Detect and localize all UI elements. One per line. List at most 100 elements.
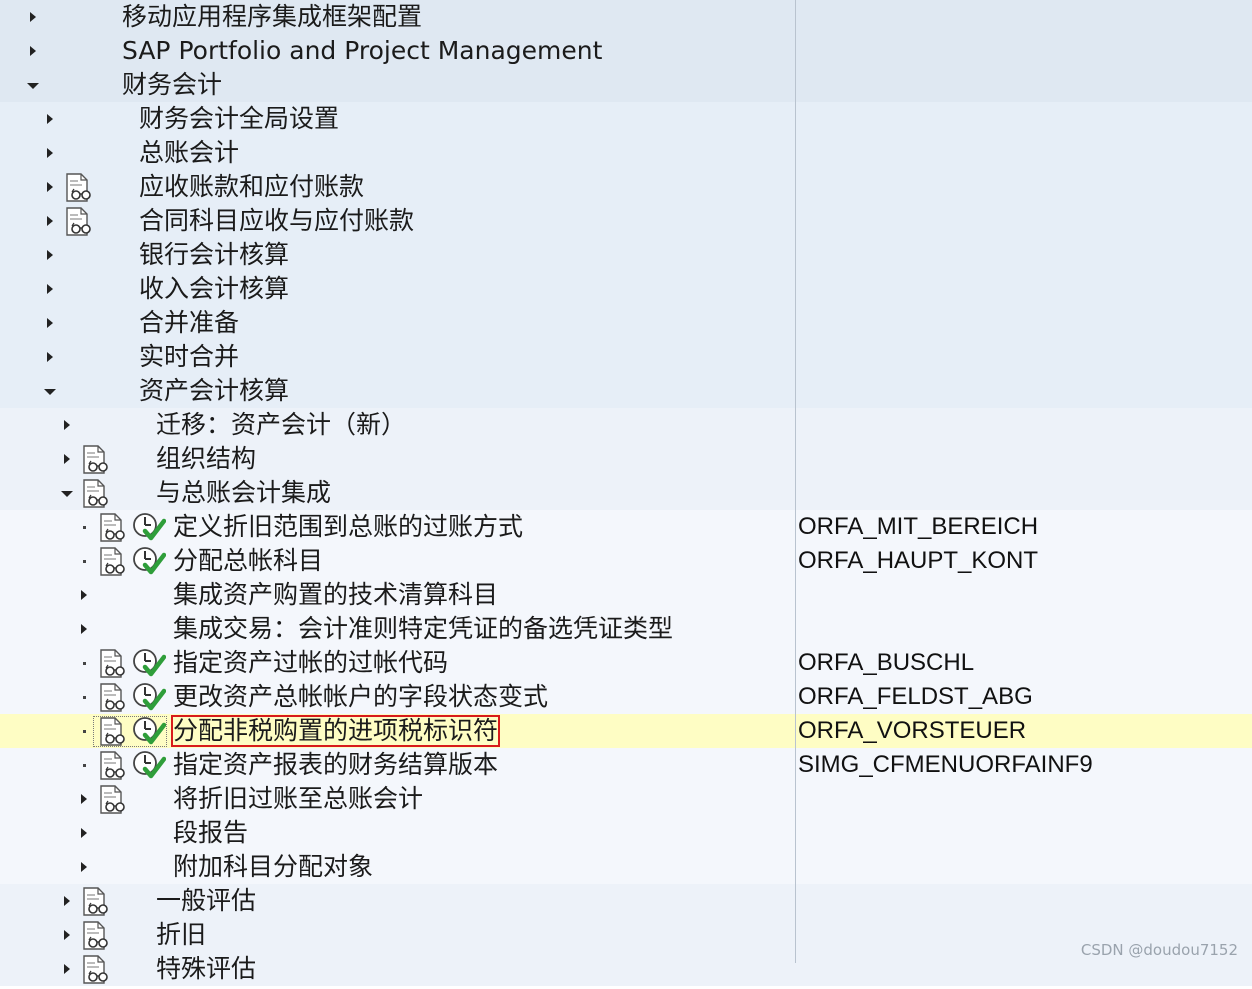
expand-arrow-icon[interactable]	[44, 214, 56, 228]
documentation-icon[interactable]	[99, 513, 127, 543]
expand-arrow-icon[interactable]	[61, 928, 73, 942]
expand-arrow-icon[interactable]	[61, 962, 73, 976]
documentation-icon[interactable]	[99, 751, 127, 781]
expand-arrow-icon[interactable]	[44, 248, 56, 262]
tree-node-label[interactable]: SAP Portfolio and Project Management	[122, 34, 602, 68]
tree-node-label[interactable]: 特殊评估	[156, 952, 256, 986]
tree-node-label[interactable]: 银行会计核算	[139, 238, 289, 272]
tree-node[interactable]: 与总账会计集成	[0, 476, 1252, 510]
tree-node[interactable]: 总账会计	[0, 136, 1252, 170]
tree-node[interactable]: 特殊评估	[0, 952, 1252, 986]
tree-node[interactable]: 折旧	[0, 918, 1252, 952]
expand-arrow-icon[interactable]	[61, 418, 73, 432]
expand-arrow-icon[interactable]	[78, 622, 90, 636]
documentation-icon[interactable]	[82, 955, 110, 985]
expand-arrow-icon[interactable]	[44, 282, 56, 296]
tree-node[interactable]: 指定资产过帐的过帐代码 ORFA_BUSCHL	[0, 646, 1252, 680]
column-divider[interactable]	[795, 0, 796, 963]
tree-node[interactable]: 段报告	[0, 816, 1252, 850]
documentation-icon[interactable]	[82, 445, 110, 475]
tree-node-label[interactable]: 合并准备	[139, 306, 239, 340]
expand-arrow-icon[interactable]	[78, 588, 90, 602]
documentation-icon[interactable]	[99, 649, 127, 679]
tree-node[interactable]: 集成资产购置的技术清算科目	[0, 578, 1252, 612]
tree-node[interactable]: 附加科目分配对象	[0, 850, 1252, 884]
expand-arrow-icon[interactable]	[27, 44, 39, 58]
tree-node-label[interactable]: 财务会计全局设置	[139, 102, 339, 136]
tree-node-label[interactable]: 迁移：资产会计（新）	[156, 408, 406, 442]
tree-node[interactable]: 财务会计	[0, 68, 1252, 102]
tree-node-label[interactable]: 更改资产总帐帐户的字段状态变式	[173, 680, 548, 714]
tree-node-label[interactable]: 将折旧过账至总账会计	[173, 782, 423, 816]
tree-node[interactable]: 收入会计核算	[0, 272, 1252, 306]
tree-node[interactable]: 将折旧过账至总账会计	[0, 782, 1252, 816]
tree-node[interactable]: 更改资产总帐帐户的字段状态变式 ORFA_FELDST_ABG	[0, 680, 1252, 714]
tree-node-label[interactable]: 财务会计	[122, 68, 222, 102]
tree-node-label[interactable]: 段报告	[173, 816, 248, 850]
expand-arrow-icon[interactable]	[78, 792, 90, 806]
tree-node-label[interactable]: 集成交易：会计准则特定凭证的备选凭证类型	[173, 612, 673, 646]
tree-node[interactable]: 财务会计全局设置	[0, 102, 1252, 136]
tree-node[interactable]: 实时合并	[0, 340, 1252, 374]
tree-node[interactable]: 迁移：资产会计（新）	[0, 408, 1252, 442]
tree-node[interactable]: 银行会计核算	[0, 238, 1252, 272]
tree-node-label[interactable]: 分配总帐科目	[173, 544, 323, 578]
tree-node[interactable]: 应收账款和应付账款	[0, 170, 1252, 204]
tree-node-label[interactable]: 合同科目应收与应付账款	[139, 204, 414, 238]
tree-node-label[interactable]: 折旧	[156, 918, 206, 952]
collapse-arrow-icon[interactable]	[27, 78, 39, 92]
execute-activity-icon[interactable]	[132, 545, 167, 577]
documentation-icon[interactable]	[65, 173, 93, 203]
expand-arrow-icon[interactable]	[44, 180, 56, 194]
tree-node[interactable]: 组织结构	[0, 442, 1252, 476]
tree-node[interactable]: SAP Portfolio and Project Management	[0, 34, 1252, 68]
tree-node-label[interactable]: 指定资产过帐的过帐代码	[173, 646, 448, 680]
expand-arrow-icon[interactable]	[44, 350, 56, 364]
tree-node-label[interactable]: 定义折旧范围到总账的过账方式	[173, 510, 523, 544]
documentation-icon[interactable]	[82, 887, 110, 917]
documentation-icon[interactable]	[99, 683, 127, 713]
expand-arrow-icon[interactable]	[44, 316, 56, 330]
tree-node[interactable]: 合并准备	[0, 306, 1252, 340]
tree-node[interactable]: 一般评估	[0, 884, 1252, 918]
tree-node-label[interactable]: 集成资产购置的技术清算科目	[173, 578, 498, 612]
tree-node[interactable]: 资产会计核算	[0, 374, 1252, 408]
expand-arrow-icon[interactable]	[61, 894, 73, 908]
expand-arrow-icon[interactable]	[78, 860, 90, 874]
expand-arrow-icon[interactable]	[44, 146, 56, 160]
documentation-icon[interactable]	[82, 479, 110, 509]
collapse-arrow-icon[interactable]	[61, 486, 73, 500]
tree-node-label[interactable]: 应收账款和应付账款	[139, 170, 364, 204]
tree-node-label[interactable]: 实时合并	[139, 340, 239, 374]
documentation-icon[interactable]	[82, 921, 110, 951]
expand-arrow-icon[interactable]	[61, 452, 73, 466]
tree-node[interactable]: 分配总帐科目 ORFA_HAUPT_KONT	[0, 544, 1252, 578]
tree-node-label[interactable]: 指定资产报表的财务结算版本	[173, 748, 498, 782]
tree-node[interactable]: 移动应用程序集成框架配置	[0, 0, 1252, 34]
tree-node-label[interactable]: 收入会计核算	[139, 272, 289, 306]
tree-node-label[interactable]: 分配非税购置的进项税标识符	[171, 715, 501, 747]
expand-arrow-icon[interactable]	[44, 112, 56, 126]
tree-node[interactable]: 指定资产报表的财务结算版本 SIMG_CFMENUORFAINF9	[0, 748, 1252, 782]
collapse-arrow-icon[interactable]	[44, 384, 56, 398]
tree-node-label[interactable]: 附加科目分配对象	[173, 850, 373, 884]
tree-node-label[interactable]: 总账会计	[139, 136, 239, 170]
tree-node-label[interactable]: 移动应用程序集成框架配置	[122, 0, 422, 34]
documentation-icon[interactable]	[99, 547, 127, 577]
tree-node[interactable]: 分配非税购置的进项税标识符 ORFA_VORSTEUER	[0, 714, 1252, 748]
tree-node-label[interactable]: 一般评估	[156, 884, 256, 918]
execute-activity-icon[interactable]	[132, 511, 167, 543]
expand-arrow-icon[interactable]	[27, 10, 39, 24]
tree-node[interactable]: 定义折旧范围到总账的过账方式 ORFA_MIT_BEREICH	[0, 510, 1252, 544]
expand-arrow-icon[interactable]	[78, 826, 90, 840]
tree-node[interactable]: 合同科目应收与应付账款	[0, 204, 1252, 238]
documentation-icon[interactable]	[65, 207, 93, 237]
tree-node[interactable]: 集成交易：会计准则特定凭证的备选凭证类型	[0, 612, 1252, 646]
documentation-icon[interactable]	[99, 785, 127, 815]
execute-activity-icon[interactable]	[132, 647, 167, 679]
tree-node-label[interactable]: 与总账会计集成	[156, 476, 331, 510]
execute-activity-icon[interactable]	[132, 681, 167, 713]
tree-node-label[interactable]: 资产会计核算	[139, 374, 289, 408]
tree-node-label[interactable]: 组织结构	[156, 442, 256, 476]
execute-activity-icon[interactable]	[132, 749, 167, 781]
